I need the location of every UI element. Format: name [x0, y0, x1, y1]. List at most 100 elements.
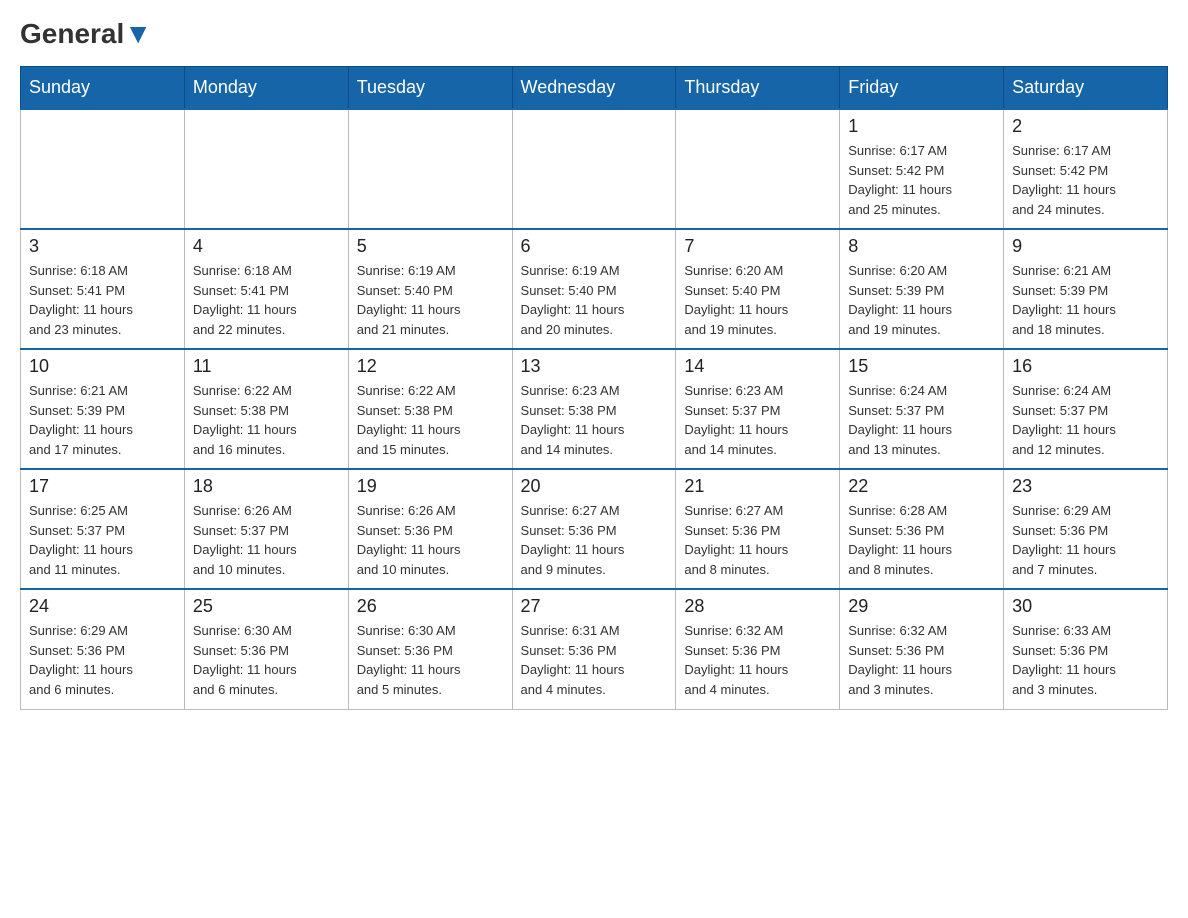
day-info: Sunrise: 6:18 AMSunset: 5:41 PMDaylight:… [29, 261, 176, 339]
day-number: 19 [357, 476, 504, 497]
day-info: Sunrise: 6:29 AMSunset: 5:36 PMDaylight:… [29, 621, 176, 699]
calendar-cell: 24 Sunrise: 6:29 AMSunset: 5:36 PMDayligh… [21, 589, 185, 709]
day-number: 4 [193, 236, 340, 257]
calendar-cell [676, 109, 840, 229]
day-info: Sunrise: 6:20 AMSunset: 5:39 PMDaylight:… [848, 261, 995, 339]
day-info: Sunrise: 6:17 AMSunset: 5:42 PMDaylight:… [1012, 141, 1159, 219]
calendar-cell: 12Sunrise: 6:22 AMSunset: 5:38 PMDayligh… [348, 349, 512, 469]
day-info: Sunrise: 6:26 AMSunset: 5:37 PMDaylight:… [193, 501, 340, 579]
day-number: 30 [1012, 596, 1159, 617]
calendar-cell [512, 109, 676, 229]
day-number: 15 [848, 356, 995, 377]
day-number: 13 [521, 356, 668, 377]
calendar-cell: 21 Sunrise: 6:27 AMSunset: 5:36 PMDayligh… [676, 469, 840, 589]
day-info: Sunrise: 6:32 AMSunset: 5:36 PMDaylight:… [848, 621, 995, 699]
day-info: Sunrise: 6:21 AMSunset: 5:39 PMDaylight:… [29, 381, 176, 459]
calendar-header-friday: Friday [840, 67, 1004, 110]
day-info: Sunrise: 6:30 AMSunset: 5:36 PMDaylight:… [193, 621, 340, 699]
day-info: Sunrise: 6:19 AMSunset: 5:40 PMDaylight:… [521, 261, 668, 339]
week-row-1: 1 Sunrise: 6:17 AMSunset: 5:42 PMDaylight… [21, 109, 1168, 229]
calendar-cell [184, 109, 348, 229]
day-info: Sunrise: 6:18 AMSunset: 5:41 PMDaylight:… [193, 261, 340, 339]
day-info: Sunrise: 6:17 AMSunset: 5:42 PMDaylight:… [848, 141, 995, 219]
calendar-cell: 15 Sunrise: 6:24 AMSunset: 5:37 PMDayligh… [840, 349, 1004, 469]
logo: General▼ [20, 20, 152, 46]
day-info: Sunrise: 6:27 AMSunset: 5:36 PMDaylight:… [521, 501, 668, 579]
day-info: Sunrise: 6:26 AMSunset: 5:36 PMDaylight:… [357, 501, 504, 579]
calendar-cell: 27 Sunrise: 6:31 AMSunset: 5:36 PMDayligh… [512, 589, 676, 709]
day-number: 3 [29, 236, 176, 257]
calendar-header-row: SundayMondayTuesdayWednesdayThursdayFrid… [21, 67, 1168, 110]
calendar-cell: 3 Sunrise: 6:18 AMSunset: 5:41 PMDaylight… [21, 229, 185, 349]
day-info: Sunrise: 6:19 AMSunset: 5:40 PMDaylight:… [357, 261, 504, 339]
calendar-cell: 29 Sunrise: 6:32 AMSunset: 5:36 PMDayligh… [840, 589, 1004, 709]
day-number: 21 [684, 476, 831, 497]
calendar-cell: 1 Sunrise: 6:17 AMSunset: 5:42 PMDaylight… [840, 109, 1004, 229]
day-number: 6 [521, 236, 668, 257]
day-info: Sunrise: 6:20 AMSunset: 5:40 PMDaylight:… [684, 261, 831, 339]
day-number: 12 [357, 356, 504, 377]
calendar-cell: 16 Sunrise: 6:24 AMSunset: 5:37 PMDayligh… [1004, 349, 1168, 469]
calendar-cell: 8 Sunrise: 6:20 AMSunset: 5:39 PMDaylight… [840, 229, 1004, 349]
day-number: 23 [1012, 476, 1159, 497]
day-number: 28 [684, 596, 831, 617]
calendar-cell: 22 Sunrise: 6:28 AMSunset: 5:36 PMDayligh… [840, 469, 1004, 589]
day-number: 9 [1012, 236, 1159, 257]
calendar-cell: 13 Sunrise: 6:23 AMSunset: 5:38 PMDayligh… [512, 349, 676, 469]
day-number: 29 [848, 596, 995, 617]
calendar-cell: 9 Sunrise: 6:21 AMSunset: 5:39 PMDaylight… [1004, 229, 1168, 349]
day-number: 20 [521, 476, 668, 497]
day-number: 17 [29, 476, 176, 497]
day-number: 8 [848, 236, 995, 257]
day-number: 11 [193, 356, 340, 377]
day-number: 18 [193, 476, 340, 497]
day-number: 7 [684, 236, 831, 257]
calendar-cell: 17 Sunrise: 6:25 AMSunset: 5:37 PMDayligh… [21, 469, 185, 589]
calendar-cell: 20 Sunrise: 6:27 AMSunset: 5:36 PMDayligh… [512, 469, 676, 589]
week-row-5: 24 Sunrise: 6:29 AMSunset: 5:36 PMDayligh… [21, 589, 1168, 709]
calendar-cell: 18 Sunrise: 6:26 AMSunset: 5:37 PMDayligh… [184, 469, 348, 589]
day-info: Sunrise: 6:31 AMSunset: 5:36 PMDaylight:… [521, 621, 668, 699]
day-number: 1 [848, 116, 995, 137]
calendar-cell: 5Sunrise: 6:19 AMSunset: 5:40 PMDaylight… [348, 229, 512, 349]
day-number: 2 [1012, 116, 1159, 137]
calendar-cell [21, 109, 185, 229]
day-info: Sunrise: 6:23 AMSunset: 5:38 PMDaylight:… [521, 381, 668, 459]
calendar-header-sunday: Sunday [21, 67, 185, 110]
calendar-cell: 7 Sunrise: 6:20 AMSunset: 5:40 PMDaylight… [676, 229, 840, 349]
calendar-cell: 10 Sunrise: 6:21 AMSunset: 5:39 PMDayligh… [21, 349, 185, 469]
logo-general-text: General▼ [20, 20, 152, 48]
day-info: Sunrise: 6:30 AMSunset: 5:36 PMDaylight:… [357, 621, 504, 699]
day-number: 26 [357, 596, 504, 617]
calendar-table: SundayMondayTuesdayWednesdayThursdayFrid… [20, 66, 1168, 710]
day-info: Sunrise: 6:33 AMSunset: 5:36 PMDaylight:… [1012, 621, 1159, 699]
day-info: Sunrise: 6:27 AMSunset: 5:36 PMDaylight:… [684, 501, 831, 579]
day-number: 24 [29, 596, 176, 617]
day-info: Sunrise: 6:24 AMSunset: 5:37 PMDaylight:… [848, 381, 995, 459]
calendar-cell: 30 Sunrise: 6:33 AMSunset: 5:36 PMDayligh… [1004, 589, 1168, 709]
calendar-cell: 4 Sunrise: 6:18 AMSunset: 5:41 PMDaylight… [184, 229, 348, 349]
calendar-cell: 23Sunrise: 6:29 AMSunset: 5:36 PMDayligh… [1004, 469, 1168, 589]
day-info: Sunrise: 6:25 AMSunset: 5:37 PMDaylight:… [29, 501, 176, 579]
calendar-cell: 14 Sunrise: 6:23 AMSunset: 5:37 PMDayligh… [676, 349, 840, 469]
day-info: Sunrise: 6:21 AMSunset: 5:39 PMDaylight:… [1012, 261, 1159, 339]
day-number: 27 [521, 596, 668, 617]
calendar-header-wednesday: Wednesday [512, 67, 676, 110]
day-info: Sunrise: 6:28 AMSunset: 5:36 PMDaylight:… [848, 501, 995, 579]
day-info: Sunrise: 6:24 AMSunset: 5:37 PMDaylight:… [1012, 381, 1159, 459]
week-row-3: 10 Sunrise: 6:21 AMSunset: 5:39 PMDayligh… [21, 349, 1168, 469]
day-info: Sunrise: 6:32 AMSunset: 5:36 PMDaylight:… [684, 621, 831, 699]
week-row-2: 3 Sunrise: 6:18 AMSunset: 5:41 PMDaylight… [21, 229, 1168, 349]
week-row-4: 17 Sunrise: 6:25 AMSunset: 5:37 PMDayligh… [21, 469, 1168, 589]
day-number: 14 [684, 356, 831, 377]
page-header: General▼ [20, 20, 1168, 46]
day-info: Sunrise: 6:23 AMSunset: 5:37 PMDaylight:… [684, 381, 831, 459]
calendar-cell [348, 109, 512, 229]
day-number: 10 [29, 356, 176, 377]
calendar-cell: 28 Sunrise: 6:32 AMSunset: 5:36 PMDayligh… [676, 589, 840, 709]
day-number: 16 [1012, 356, 1159, 377]
calendar-header-saturday: Saturday [1004, 67, 1168, 110]
calendar-cell: 2 Sunrise: 6:17 AMSunset: 5:42 PMDaylight… [1004, 109, 1168, 229]
day-number: 22 [848, 476, 995, 497]
calendar-cell: 25Sunrise: 6:30 AMSunset: 5:36 PMDayligh… [184, 589, 348, 709]
